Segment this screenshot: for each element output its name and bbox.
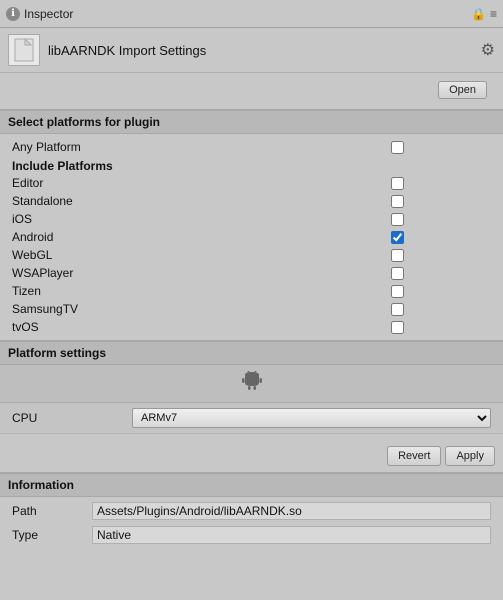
platform-item: Tizen <box>0 282 503 300</box>
checkbox-area <box>391 231 491 244</box>
platform-label: iOS <box>12 212 32 226</box>
title-bar: ℹ Inspector 🔒 ≡ <box>0 0 503 28</box>
checkbox-area <box>391 303 491 316</box>
title-bar-label: Inspector <box>24 7 73 21</box>
platform-checkbox-android[interactable] <box>391 231 404 244</box>
platform-item: SamsungTV <box>0 300 503 318</box>
apply-button[interactable]: Apply <box>445 446 495 466</box>
platform-label: WebGL <box>12 248 52 262</box>
platform-items-container: Editor Standalone iOS Android WebGL WSAPlayer… <box>0 174 503 336</box>
platform-checkbox-ios[interactable] <box>391 213 404 226</box>
checkbox-area <box>391 177 491 190</box>
checkbox-area <box>391 213 491 226</box>
title-bar-right: 🔒 ≡ <box>471 7 497 21</box>
platform-checkbox-samsungtv[interactable] <box>391 303 404 316</box>
checkbox-area <box>391 195 491 208</box>
platform-label: WSAPlayer <box>12 266 73 280</box>
path-row: Path Assets/Plugins/Android/libAARNDK.so <box>0 499 503 523</box>
android-icon-row <box>0 365 503 403</box>
asset-header-left: libAARNDK Import Settings <box>8 34 206 66</box>
platform-item: WSAPlayer <box>0 264 503 282</box>
platform-settings-panel: CPU ARMv7ARM64x86FAT (ARMv7 + x86) <box>0 365 503 440</box>
revert-button[interactable]: Revert <box>387 446 441 466</box>
menu-icon[interactable]: ≡ <box>490 7 497 21</box>
checkbox-area <box>391 267 491 280</box>
android-icon <box>241 371 263 398</box>
platform-checkbox-tizen[interactable] <box>391 285 404 298</box>
platform-label: Android <box>12 230 53 244</box>
information-section: Path Assets/Plugins/Android/libAARNDK.so… <box>0 497 503 555</box>
include-platforms-label: Include Platforms <box>12 159 113 173</box>
platform-item: Standalone <box>0 192 503 210</box>
platforms-section-header: Select platforms for plugin <box>0 110 503 134</box>
checkbox-area <box>391 285 491 298</box>
information-header: Information <box>0 473 503 497</box>
platform-item: iOS <box>0 210 503 228</box>
inspector-icon: ℹ <box>6 7 20 21</box>
any-platform-checkbox-area <box>391 141 491 154</box>
asset-header: libAARNDK Import Settings ⚙ <box>0 28 503 73</box>
cpu-label: CPU <box>12 411 132 425</box>
any-platform-row: Any Platform <box>0 138 503 156</box>
any-platform-checkbox[interactable] <box>391 141 404 154</box>
type-label: Type <box>12 528 92 542</box>
platform-item: WebGL <box>0 246 503 264</box>
cpu-select[interactable]: ARMv7ARM64x86FAT (ARMv7 + x86) <box>132 408 491 428</box>
platform-list: Any Platform Include Platforms Editor Sta… <box>0 134 503 340</box>
platform-item: tvOS <box>0 318 503 336</box>
platform-settings-header: Platform settings <box>0 341 503 365</box>
open-button[interactable]: Open <box>438 81 487 99</box>
path-label: Path <box>12 504 92 518</box>
type-row: Type Native <box>0 523 503 547</box>
checkbox-area <box>391 249 491 262</box>
type-value: Native <box>92 526 491 544</box>
platform-label: Editor <box>12 176 43 190</box>
platform-item: Android <box>0 228 503 246</box>
lock-icon[interactable]: 🔒 <box>471 7 486 21</box>
title-bar-left: ℹ Inspector <box>6 7 73 21</box>
platform-item: Editor <box>0 174 503 192</box>
platform-checkbox-standalone[interactable] <box>391 195 404 208</box>
any-platform-label: Any Platform <box>12 140 81 154</box>
asset-name: libAARNDK Import Settings <box>48 43 206 58</box>
platform-label: Standalone <box>12 194 73 208</box>
platform-label: SamsungTV <box>12 302 78 316</box>
include-platforms-header: Include Platforms <box>0 156 503 174</box>
inspector-panel: libAARNDK Import Settings ⚙ Open Select … <box>0 28 503 600</box>
platform-label: Tizen <box>12 284 41 298</box>
platform-checkbox-tvos[interactable] <box>391 321 404 334</box>
checkbox-area <box>391 321 491 334</box>
platform-checkbox-editor[interactable] <box>391 177 404 190</box>
platform-label: tvOS <box>12 320 39 334</box>
path-value: Assets/Plugins/Android/libAARNDK.so <box>92 502 491 520</box>
platform-checkbox-webgl[interactable] <box>391 249 404 262</box>
action-row: Revert Apply <box>0 440 503 472</box>
asset-thumbnail <box>8 34 40 66</box>
gear-icon[interactable]: ⚙ <box>481 40 495 60</box>
platform-checkbox-wsaplayer[interactable] <box>391 267 404 280</box>
cpu-row: CPU ARMv7ARM64x86FAT (ARMv7 + x86) <box>0 403 503 434</box>
